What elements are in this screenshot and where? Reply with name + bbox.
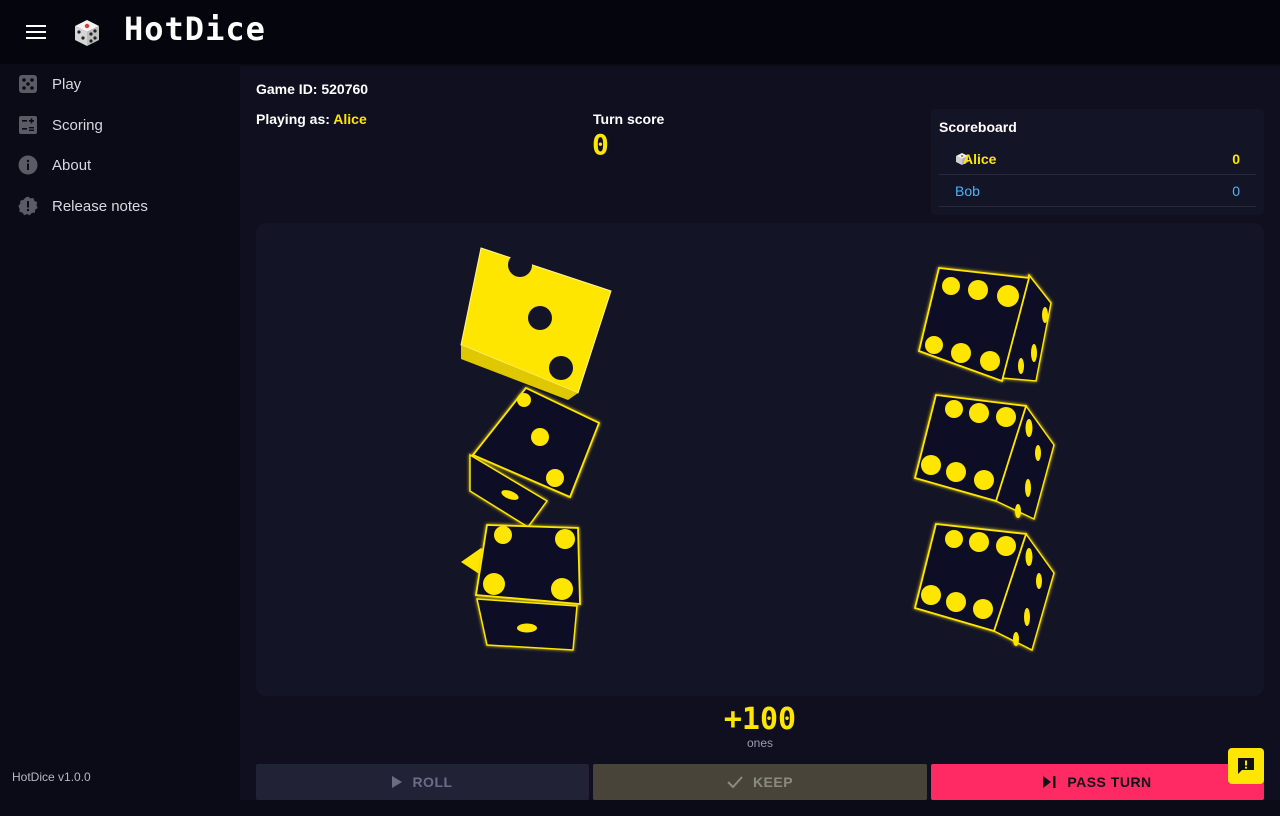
dice-tray — [460, 247, 1055, 652]
player-score: 0 — [1232, 183, 1240, 199]
scoreboard: Scoreboard Alice 0 Bob 0 — [931, 109, 1264, 215]
check-icon — [727, 776, 743, 788]
app-title: HotDice — [124, 10, 266, 48]
play-icon — [392, 776, 403, 788]
keep-button[interactable]: KEEP — [593, 764, 927, 800]
dice-icon — [19, 75, 37, 93]
turn-score-label: Turn score — [593, 111, 665, 127]
points-value: +100 — [723, 702, 797, 737]
points-label: ones — [746, 736, 774, 750]
player-name: Alice — [963, 151, 997, 167]
pass-turn-button-label: PASS TURN — [1067, 774, 1152, 790]
game-id-label: Game ID: — [256, 81, 318, 97]
pass-turn-button[interactable]: PASS TURN — [931, 764, 1264, 800]
calculator-icon — [19, 116, 37, 134]
rolled-die[interactable] — [474, 524, 581, 651]
current-player: Alice — [333, 111, 367, 127]
scoreboard-row: Alice 0 — [939, 143, 1256, 175]
rolled-die[interactable] — [913, 394, 1055, 521]
player-score: 0 — [1232, 151, 1240, 167]
logo-dice-icon — [75, 20, 99, 46]
playing-as: Playing as: Alice — [256, 111, 367, 127]
app-header: HotDice — [0, 0, 1280, 64]
sidebar-item-label: About — [52, 156, 92, 174]
app-version: HotDice v1.0.0 — [12, 770, 91, 784]
sidebar-item-label: Scoring — [52, 116, 103, 134]
roll-button[interactable]: ROLL — [256, 764, 589, 800]
info-icon — [18, 155, 38, 175]
sidebar: Play Scoring About Release notes HotDice… — [0, 64, 240, 800]
sidebar-item-label: Release notes — [52, 197, 148, 215]
sidebar-item-play[interactable]: Play — [0, 64, 240, 104]
sidebar-item-label: Play — [52, 75, 82, 93]
keep-button-label: KEEP — [752, 774, 794, 790]
sidebar-item-scoring[interactable]: Scoring — [0, 105, 240, 145]
feedback-icon — [1238, 758, 1254, 774]
sidebar-item-about[interactable]: About — [0, 145, 240, 185]
rolled-die[interactable] — [469, 386, 601, 529]
game-id: Game ID: 520760 — [256, 81, 368, 97]
roll-button-label: ROLL — [412, 774, 453, 790]
feedback-button[interactable] — [1228, 748, 1264, 784]
scoreboard-row: Bob 0 — [939, 175, 1256, 207]
badge-alert-icon — [18, 196, 38, 216]
menu-icon[interactable] — [20, 20, 52, 44]
skip-next-icon — [1043, 776, 1056, 788]
rolled-die[interactable] — [913, 523, 1055, 652]
scoreboard-title: Scoreboard — [939, 119, 1017, 135]
turn-score-value: 0 — [592, 128, 609, 161]
playing-as-label: Playing as: — [256, 111, 330, 127]
dice-board — [256, 223, 1264, 696]
sidebar-item-release-notes[interactable]: Release notes — [0, 186, 240, 226]
rolled-die[interactable] — [917, 267, 1052, 383]
player-name: Bob — [955, 183, 980, 199]
game-id-value: 520760 — [321, 81, 369, 97]
